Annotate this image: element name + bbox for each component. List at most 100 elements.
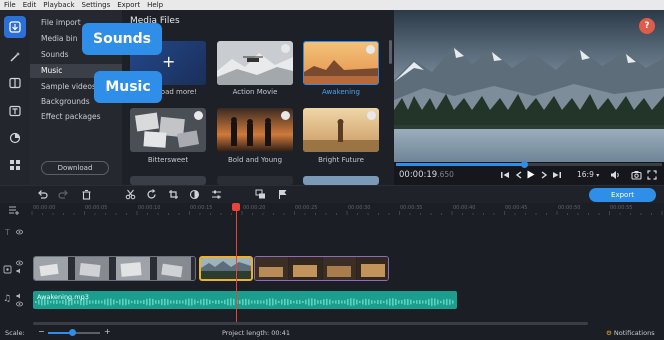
download-icon[interactable] [281,111,290,120]
media-tile-bright-future[interactable] [303,108,379,152]
waveform-bar [365,298,367,306]
tick-label: 00:00:40 [453,205,476,211]
video-clip[interactable] [33,256,196,281]
waveform-bar [302,300,304,304]
waveform-bar [293,300,295,304]
waveform-bar [200,299,202,305]
playhead-line[interactable] [235,209,237,324]
speaker-icon[interactable] [16,293,23,299]
menu-settings[interactable]: Settings [82,0,111,10]
scale-slider-knob[interactable] [69,329,76,336]
redo-icon[interactable] [58,189,69,200]
waveform-bar [446,298,448,306]
split-scissors-icon[interactable] [125,189,136,200]
magic-tool-button[interactable] [4,46,26,68]
clip-thumbnail-mountains [201,258,251,279]
skip-back-icon[interactable] [500,170,510,180]
notifications-button[interactable]: ⚙ Notifications [606,329,655,337]
waveform-bar [161,298,163,306]
playback-progress[interactable] [396,161,662,168]
download-icon[interactable] [281,44,290,53]
menu-edit[interactable]: Edit [23,0,37,10]
help-button[interactable]: ? [639,18,655,34]
rotate-icon[interactable] [146,189,157,200]
color-adjust-icon[interactable] [189,189,200,200]
waveform-bar [269,298,271,306]
next-frame-icon[interactable] [539,170,549,180]
video-clip[interactable] [254,256,389,281]
titles-tool-button[interactable] [4,100,26,122]
waveform-bar [149,298,151,306]
tick-label: 00:00:15 [190,205,213,211]
scale-slider[interactable] [48,329,100,336]
export-button[interactable]: Export [589,188,656,202]
media-tile-bold-and-young[interactable] [217,108,293,152]
music-note-icon: ♫ [3,294,12,304]
callout-sounds: Sounds [82,23,162,55]
waveform-bar [239,300,241,304]
waveform-bar [209,299,211,305]
volume-icon[interactable] [610,170,620,180]
waveform-bar [275,299,277,305]
undo-icon[interactable] [37,189,48,200]
callout-music: Music [94,71,162,103]
zoom-in-icon[interactable]: + [104,327,111,336]
media-tile-partial[interactable] [130,176,206,185]
menu-help[interactable]: Help [147,0,163,10]
media-tile-bittersweet[interactable] [130,108,206,152]
waveform-bar [125,298,127,306]
media-tile-partial[interactable] [217,176,293,185]
speaker-icon[interactable] [16,268,23,274]
more-tools-button[interactable] [4,154,26,176]
waveform-bar [182,300,184,304]
media-scrollbar[interactable] [389,40,392,64]
preview-panel: ? 00:00:19.650 16:9 ▾ [394,10,664,185]
video-clip-selected[interactable] [199,256,253,281]
menu-item-effect-packages[interactable]: Effect packages [30,110,122,124]
media-tile-awakening[interactable] [303,41,379,85]
download-icon[interactable] [367,111,376,120]
visibility-eye-icon[interactable] [16,301,23,307]
download-button[interactable]: Download [41,161,109,175]
timeline-scrollbar[interactable] [33,322,588,325]
add-track-icon[interactable] [8,205,20,215]
stickers-tool-button[interactable] [4,127,26,149]
marker-flag-icon[interactable] [277,189,288,200]
waveform-bar [179,300,181,304]
waveform-bar [230,298,232,306]
preview-video-frame [394,10,664,162]
text-track-header: T [0,225,30,245]
menu-export[interactable]: Export [117,0,140,10]
snapshot-camera-icon[interactable] [631,170,642,180]
delete-icon[interactable] [81,189,92,200]
menu-bar: File Edit Playback Settings Export Help [0,0,664,10]
skip-forward-icon[interactable] [552,170,562,180]
zoom-out-icon[interactable]: − [38,327,45,336]
download-icon[interactable] [194,111,203,120]
visibility-eye-icon[interactable] [16,229,23,235]
visibility-eye-icon[interactable] [16,260,23,266]
clip-properties-icon[interactable] [211,189,222,200]
aspect-ratio-select[interactable]: 16:9 ▾ [577,170,599,179]
transitions-tool-button[interactable] [4,72,26,94]
grid-icon [10,160,20,170]
waveform-bar [329,299,331,305]
play-icon[interactable] [525,169,536,180]
download-icon[interactable] [366,45,375,54]
prev-frame-icon[interactable] [514,170,524,180]
waveform-bar [356,299,358,305]
menu-playback[interactable]: Playback [43,0,74,10]
media-tile-action-movie[interactable] [217,41,293,85]
media-tile-partial[interactable] [303,176,379,185]
waveform-bar [296,300,298,304]
menu-file[interactable]: File [4,0,16,10]
overlay-icon[interactable] [255,189,266,200]
timeline: 00:00:00 00:00:05 00:00:10 00:00:15 00:0… [0,203,664,327]
import-tool-button[interactable] [4,16,26,38]
timeline-ruler[interactable]: 00:00:00 00:00:05 00:00:10 00:00:15 00:0… [30,203,664,215]
waveform-bar [347,299,349,305]
progress-knob[interactable] [520,161,528,168]
audio-clip[interactable]: Awakening.mp3 [33,291,457,309]
fullscreen-icon[interactable] [647,170,657,180]
crop-icon[interactable] [168,189,179,200]
